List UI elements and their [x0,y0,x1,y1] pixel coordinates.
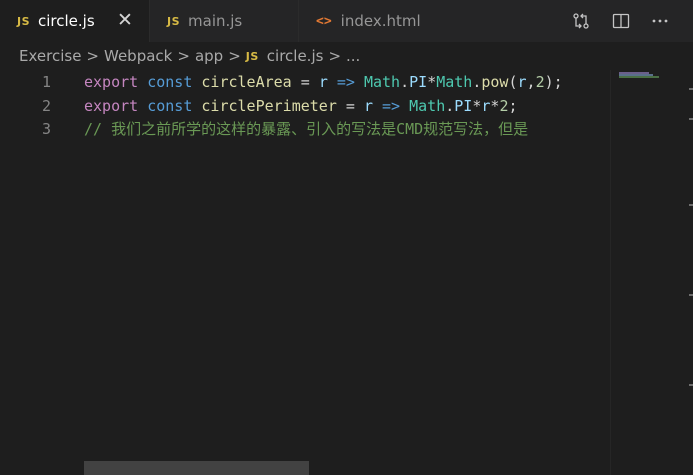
more-actions-icon[interactable] [650,11,670,31]
code-token: circlePerimeter [201,97,337,115]
tab-bar: JS circle.js ✕ JS main.js <> index.html [0,0,693,42]
code-token: . [445,97,455,115]
code-token: r [517,73,527,91]
tab-label: main.js [188,12,243,30]
scrollbar-marker [689,88,693,90]
tab-circle-js[interactable]: JS circle.js ✕ [0,0,149,42]
code-editor[interactable]: 1 export const circleArea = r => Math.PI… [0,70,610,475]
js-file-icon: JS [245,49,259,63]
js-file-icon: JS [167,14,181,28]
html-file-icon: <> [316,13,332,29]
breadcrumb-item-symbols[interactable]: ... [346,47,360,65]
chevron-right-icon: > [177,47,190,65]
editor-actions [571,0,670,42]
vertical-scrollbar[interactable] [680,70,693,475]
code-token: circleArea [201,73,292,91]
chevron-right-icon: > [86,47,99,65]
tab-label: index.html [340,12,421,30]
code-token: = [336,97,364,115]
tab-index-html[interactable]: <> index.html [299,0,449,42]
breadcrumb-item-webpack[interactable]: Webpack [104,47,172,65]
line-number: 3 [41,120,51,138]
breadcrumb: Exercise > Webpack > app > JS circle.js … [19,42,360,70]
minimap[interactable] [610,70,680,475]
code-token: PI [409,73,428,91]
code-token: ); [544,73,563,91]
code-token: Math [363,73,401,91]
tab-label: circle.js [38,12,95,30]
scrollbar-marker [689,384,693,386]
code-token: ; [508,97,518,115]
line-number: 1 [41,73,51,91]
code-token: Math [409,97,446,115]
code-token: . [400,73,410,91]
compare-changes-icon[interactable] [571,11,591,31]
code-token: pow [481,73,509,91]
split-editor-icon[interactable] [611,11,631,31]
code-token: = [291,73,319,91]
code-token: export [84,73,139,91]
code-token: PI [454,97,473,115]
code-token: const [147,73,193,91]
code-token: 2 [535,73,545,91]
code-token: // 我们之前所学的这样的暴露、引入的写法是CMD规范写法，但是 [84,120,529,138]
scrollbar-marker [689,294,693,296]
scrollbar-marker [689,204,693,206]
tab-main-js[interactable]: JS main.js [150,0,298,42]
code-text[interactable]: export const circlePerimeter = r => Math… [84,94,518,118]
code-token: => [382,97,401,115]
code-token: => [336,73,355,91]
scrollbar-marker [689,118,693,120]
code-line: 3 // 我们之前所学的这样的暴露、引入的写法是CMD规范写法，但是 [0,117,610,141]
editor-window: JS circle.js ✕ JS main.js <> index.html [0,0,693,475]
chevron-right-icon: > [228,47,241,65]
code-token: r [318,73,328,91]
code-line: 2 export const circlePerimeter = r => Ma… [0,94,610,118]
code-token: const [147,97,193,115]
js-file-icon: JS [17,14,31,28]
code-token: Math [436,73,473,91]
breadcrumb-item-file[interactable]: circle.js [267,47,324,65]
line-number: 2 [41,97,51,115]
code-line: 1 export const circleArea = r => Math.PI… [0,70,610,94]
code-token: r [363,97,373,115]
chevron-right-icon: > [328,47,342,65]
code-token: * [427,73,437,91]
minimap-line [619,76,659,78]
horizontal-scrollbar-thumb[interactable] [84,461,309,475]
code-token: ( [508,73,518,91]
breadcrumb-item-app[interactable]: app [195,47,223,65]
close-icon[interactable]: ✕ [115,10,135,30]
breadcrumb-item-exercise[interactable]: Exercise [19,47,81,65]
code-text[interactable]: // 我们之前所学的这样的暴露、引入的写法是CMD规范写法，但是 [84,117,528,141]
code-token: , [526,73,536,91]
code-token: export [84,97,139,115]
code-text[interactable]: export const circleArea = r => Math.PI*M… [84,70,563,94]
